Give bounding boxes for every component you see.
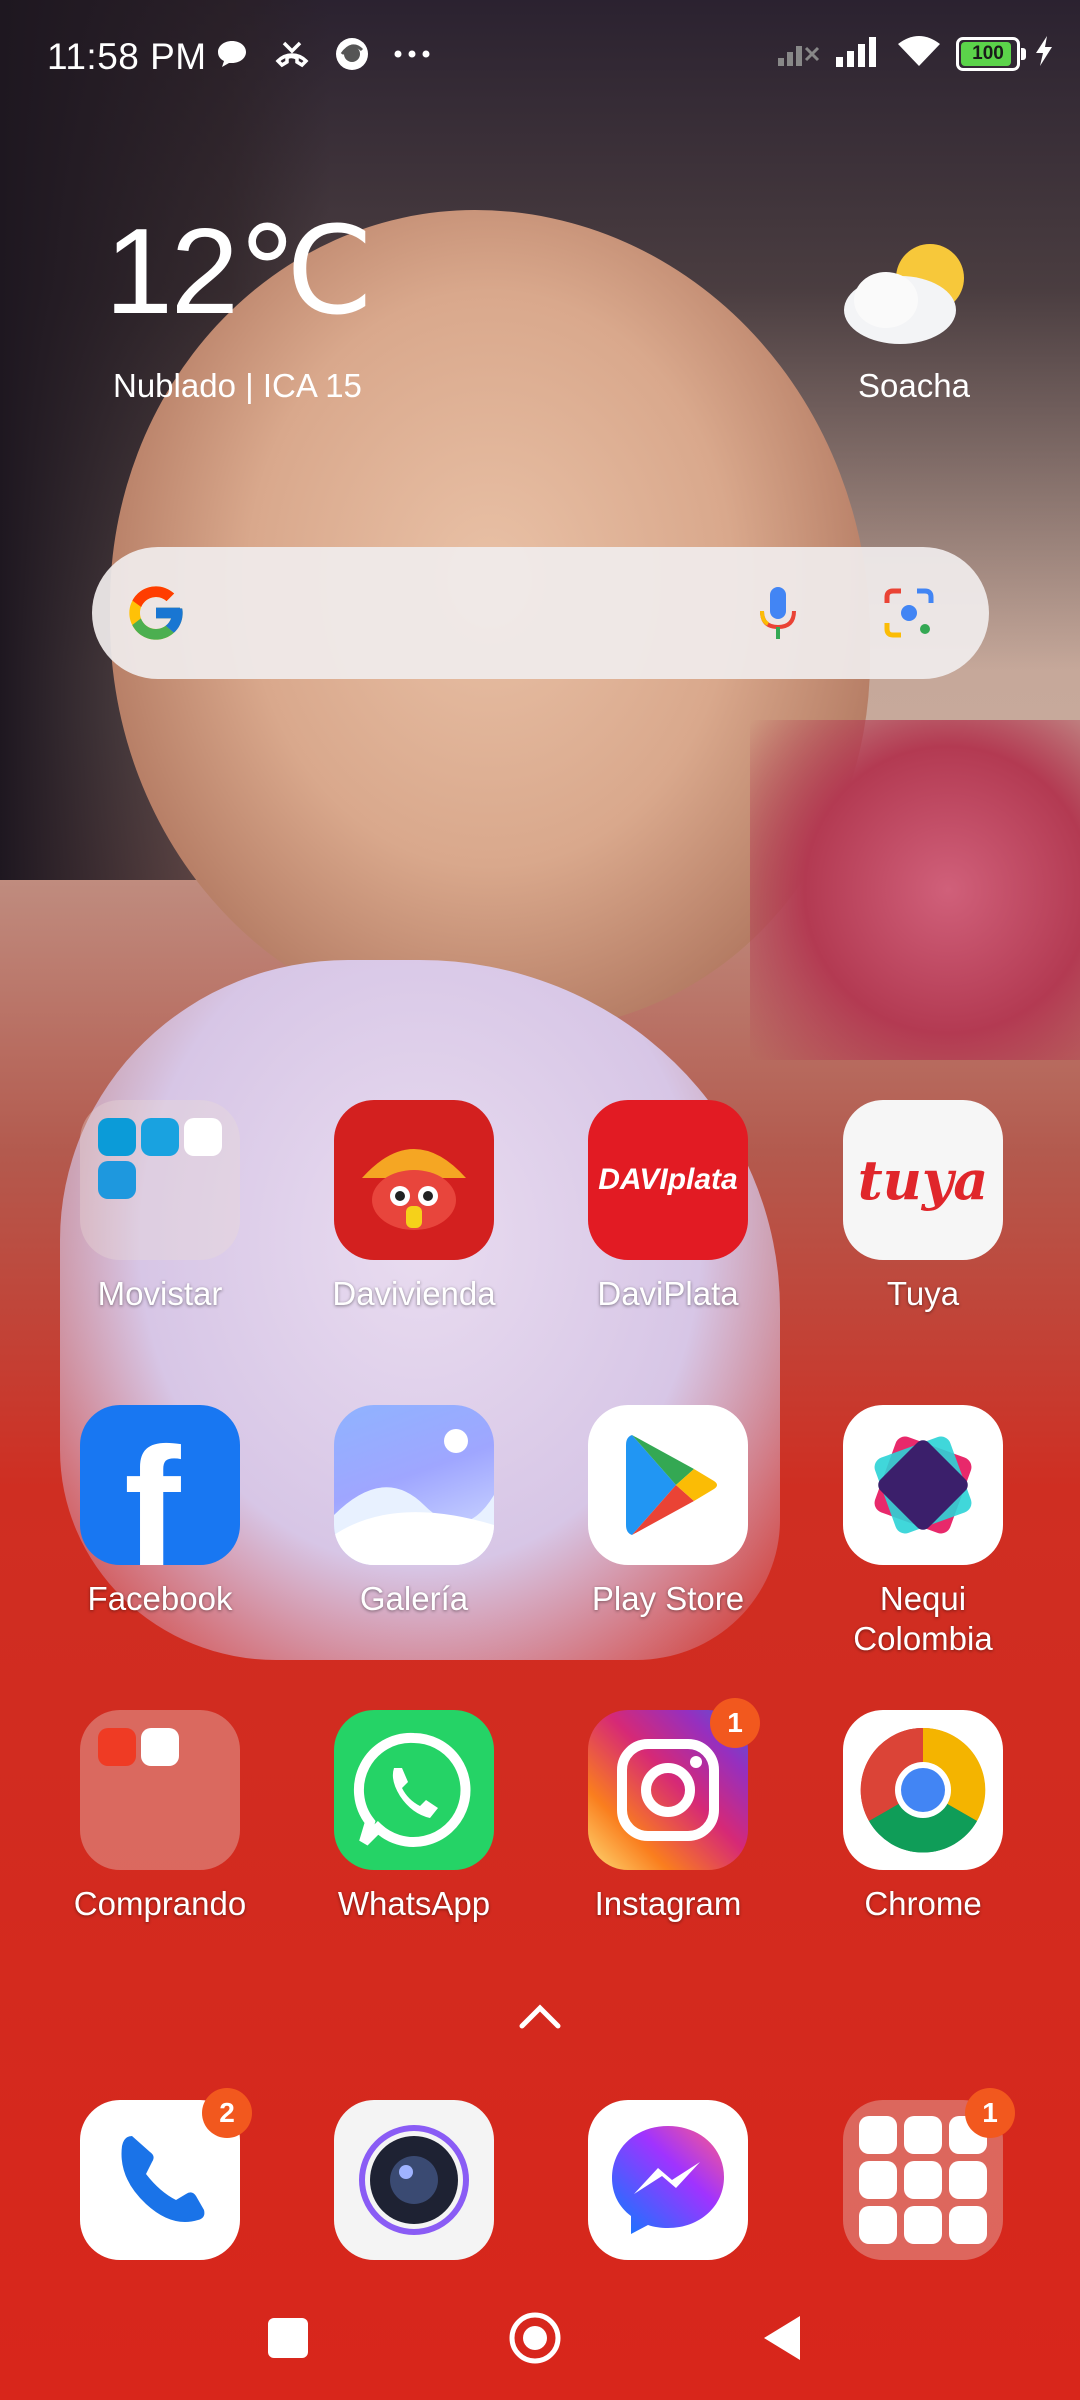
phone-icon: 2 — [80, 2088, 252, 2260]
aliexpress-icon — [98, 1728, 136, 1766]
app-label: WhatsApp — [337, 1885, 491, 1922]
meet-icon — [859, 2206, 897, 2244]
status-notification-icons — [212, 34, 432, 74]
google-icon — [859, 2116, 897, 2154]
play-store-icon — [588, 1405, 748, 1565]
whatsapp-icon — [334, 1710, 494, 1870]
app-galeria[interactable]: Galería — [299, 1405, 529, 1619]
app-whatsapp[interactable]: WhatsApp — [299, 1710, 529, 1924]
comprando-folder-icon — [80, 1710, 240, 1870]
chat-bubble-icon — [212, 34, 252, 74]
notification-badge: 1 — [710, 1698, 760, 1748]
slides-icon — [949, 2161, 987, 2199]
dock-phone[interactable]: 2 — [45, 2088, 275, 2260]
app-label: Instagram — [594, 1885, 742, 1922]
daviplata-logo-icon: DAVIplata — [588, 1100, 748, 1260]
calendar-icon — [949, 2206, 987, 2244]
chrome-icon — [843, 1710, 1003, 1870]
app-label: Nequi Colombia — [808, 1579, 1038, 1659]
movistar-icon — [98, 1118, 136, 1156]
daviplata-logo-text: DAVIplata — [598, 1163, 738, 1196]
instagram-icon: 1 — [588, 1698, 760, 1870]
weather-city[interactable]: Soacha — [858, 367, 970, 405]
partly-cloudy-icon[interactable] — [838, 238, 978, 348]
back-button[interactable] — [760, 2314, 804, 2362]
lens-icon[interactable] — [877, 581, 941, 645]
no-signal-icon — [776, 36, 820, 71]
tuya-logo-text: tuya — [857, 1148, 989, 1212]
contacts-icon — [904, 2206, 942, 2244]
more-dots-icon — [392, 34, 432, 74]
movistar-podcast-icon — [184, 1118, 222, 1156]
app-movistar-folder[interactable]: Movistar — [45, 1100, 275, 1314]
app-label: Galería — [359, 1580, 469, 1617]
app-facebook[interactable]: f Facebook — [45, 1405, 275, 1619]
weather-temperature[interactable]: 12℃ — [105, 210, 374, 332]
app-label: Davivienda — [332, 1275, 496, 1312]
app-drawer-chevron-up-icon[interactable] — [514, 1998, 566, 2034]
mic-icon[interactable] — [746, 581, 810, 645]
facebook-icon: f — [80, 1405, 240, 1565]
charging-icon — [1034, 35, 1054, 72]
app-tuya[interactable]: tuya Tuya — [808, 1100, 1038, 1314]
home-button[interactable] — [507, 2310, 563, 2366]
status-system-icons: 100 — [776, 34, 1054, 73]
app-notification-icon — [332, 34, 372, 74]
app-label: Chrome — [864, 1885, 982, 1922]
gallery-icon — [334, 1405, 494, 1565]
recents-button[interactable] — [268, 2318, 308, 2358]
messenger-icon — [588, 2100, 748, 2260]
app-nequi[interactable]: Nequi Colombia — [808, 1405, 1038, 1659]
dock-camera[interactable] — [299, 2100, 529, 2260]
davivienda-house-icon — [334, 1100, 494, 1260]
google-search-bar[interactable] — [92, 547, 989, 679]
google-logo — [124, 581, 188, 645]
app-label: Tuya — [886, 1275, 960, 1312]
app-comprando-folder[interactable]: Comprando — [45, 1710, 275, 1924]
notification-badge: 1 — [965, 2088, 1015, 2138]
battery-percent: 100 — [972, 42, 1004, 64]
tuya-logo-icon: tuya — [843, 1100, 1003, 1260]
maps-icon — [904, 2116, 942, 2154]
drive-icon — [859, 2161, 897, 2199]
shopping-app-icon — [141, 1728, 179, 1766]
notification-badge: 2 — [202, 2088, 252, 2138]
status-bar: 11:58 PM 100 — [0, 0, 1080, 110]
app-daviplata[interactable]: DAVIplata DaviPlata — [553, 1100, 783, 1314]
wallpaper-pillow — [750, 720, 1080, 1060]
app-label-line: Colombia — [853, 1620, 993, 1657]
movistar-cloud-icon — [98, 1161, 136, 1199]
weather-description[interactable]: Nublado | ICA 15 — [113, 367, 362, 405]
facebook-f-glyph: f — [124, 1413, 181, 1565]
app-label: Comprando — [73, 1885, 247, 1922]
camera-icon — [334, 2100, 494, 2260]
app-play-store[interactable]: Play Store — [553, 1405, 783, 1619]
app-label: Movistar — [97, 1275, 223, 1312]
app-chrome[interactable]: Chrome — [808, 1710, 1038, 1924]
navigation-bar — [0, 2290, 1080, 2390]
movistar-play-icon — [141, 1118, 179, 1156]
signal-icon — [834, 35, 882, 72]
wifi-icon — [896, 34, 942, 73]
missed-call-icon — [272, 34, 312, 74]
youtube-music-icon — [904, 2161, 942, 2199]
app-label: Facebook — [87, 1580, 233, 1617]
google-apps-folder-icon: 1 — [843, 2088, 1015, 2260]
dock-messenger[interactable] — [553, 2100, 783, 2260]
app-label-line: Nequi — [879, 1580, 967, 1617]
status-time: 11:58 PM — [47, 36, 207, 77]
app-davivienda[interactable]: Davivienda — [299, 1100, 529, 1314]
dock-google-folder[interactable]: 1 — [808, 2088, 1038, 2260]
app-instagram[interactable]: 1 Instagram — [553, 1698, 783, 1924]
app-label: Play Store — [591, 1580, 745, 1617]
nequi-icon — [843, 1405, 1003, 1565]
movistar-folder-icon — [80, 1100, 240, 1260]
app-label: DaviPlata — [597, 1275, 739, 1312]
battery-icon: 100 — [956, 36, 1026, 71]
